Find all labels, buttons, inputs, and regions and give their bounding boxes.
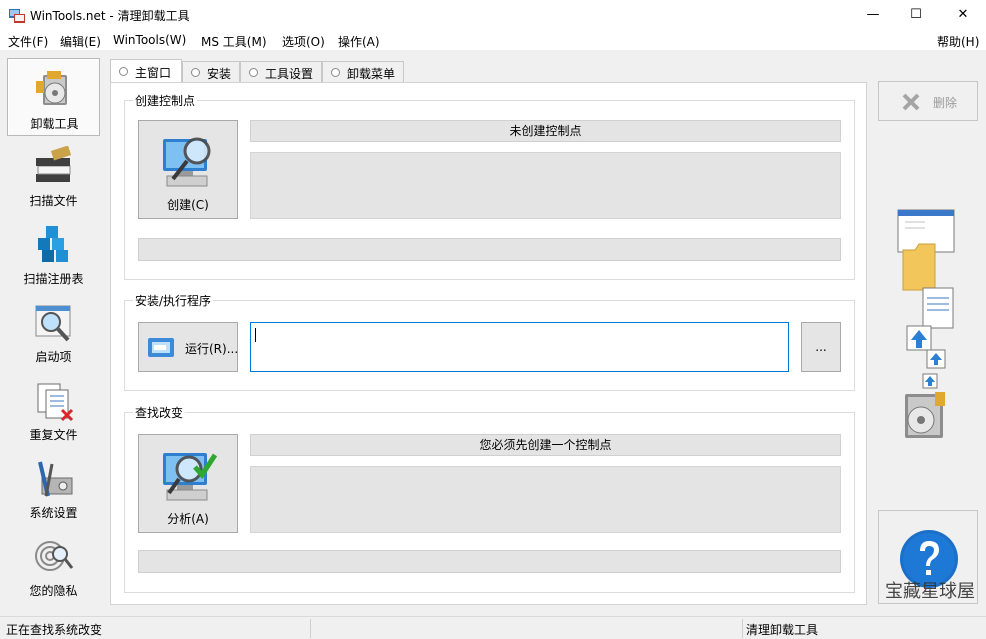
create-button[interactable]: 创建(C) xyxy=(138,120,238,219)
tab-label: 主窗口 xyxy=(135,66,172,80)
startup-icon xyxy=(35,305,71,342)
create-monitor-icon xyxy=(163,137,211,187)
status-separator xyxy=(310,619,311,638)
uninstall-icon xyxy=(36,71,67,105)
sidebar-item-label: 扫描注册表 xyxy=(23,272,84,286)
scan-registry-icon xyxy=(38,226,68,262)
tab-main-window[interactable]: 主窗口 xyxy=(110,59,182,83)
sidebar-item-label: 启动项 xyxy=(35,350,72,364)
window-title: WinTools.net - 清理卸载工具 xyxy=(30,9,190,23)
group-title: 创建控制点 xyxy=(133,92,198,109)
checkpoint-info-box xyxy=(250,152,841,219)
tab-install[interactable]: 安装 xyxy=(182,61,240,83)
create-button-label: 创建(C) xyxy=(167,198,209,212)
install-flow-illustration xyxy=(897,209,955,438)
run-window-icon xyxy=(148,338,174,357)
status-message: 正在查找系统改变 xyxy=(6,623,103,637)
analyze-button[interactable]: 分析(A) xyxy=(138,434,238,533)
sidebar-item-startup[interactable]: 启动项 xyxy=(7,292,100,370)
run-button-label: 运行(R)... xyxy=(185,342,239,356)
group-title: 安装/执行程序 xyxy=(133,292,214,309)
radio-icon xyxy=(331,68,340,77)
radio-icon xyxy=(191,68,200,77)
menu-help[interactable]: 帮助(H) xyxy=(937,33,979,50)
tab-label: 卸载菜单 xyxy=(347,67,396,81)
radio-icon xyxy=(119,67,128,76)
sidebar-item-scan-registry[interactable]: 扫描注册表 xyxy=(7,214,100,292)
sidebar-item-uninstall[interactable]: 卸载工具 xyxy=(7,58,100,136)
status-module-name: 清理卸载工具 xyxy=(746,623,819,637)
radio-icon xyxy=(249,68,258,77)
sidebar-item-label: 您的隐私 xyxy=(29,584,78,598)
browse-button[interactable]: ... xyxy=(801,322,841,372)
find-info-box xyxy=(250,466,841,533)
program-path-input[interactable] xyxy=(250,322,789,372)
tab-label: 工具设置 xyxy=(265,67,314,81)
watermark-text: 宝藏星球屋 xyxy=(885,581,975,602)
sidebar-item-scan-files[interactable]: 扫描文件 xyxy=(7,136,100,214)
analyze-button-label: 分析(A) xyxy=(167,512,209,526)
analyze-monitor-check-icon xyxy=(163,453,217,501)
text-caret xyxy=(255,328,256,342)
system-settings-icon xyxy=(38,461,73,497)
tab-tool-settings[interactable]: 工具设置 xyxy=(240,61,322,83)
scan-files-icon xyxy=(36,146,72,182)
menu-wintools[interactable]: WinTools(W) xyxy=(113,33,186,47)
title-bar: WinTools.net - 清理卸载工具 — ☐ ✕ xyxy=(0,0,986,30)
create-checkpoint-group: 创建控制点 创建(C) 未创建控制点 xyxy=(124,92,855,280)
maximize-button[interactable]: ☐ xyxy=(893,0,939,30)
sidebar-item-duplicate-files[interactable]: 重复文件 xyxy=(7,370,100,448)
main-panel: 创建控制点 创建(C) 未创建控制点 安装/执行程序 运行(R)... ... … xyxy=(110,82,867,605)
sidebar-item-label: 重复文件 xyxy=(29,428,78,442)
install-run-group: 安装/执行程序 运行(R)... ... xyxy=(124,292,855,391)
sidebar-item-label: 系统设置 xyxy=(29,506,78,520)
tab-uninstall-menu[interactable]: 卸载菜单 xyxy=(322,61,404,83)
duplicate-files-icon xyxy=(37,383,74,422)
sidebar-item-system-settings[interactable]: 系统设置 xyxy=(7,448,100,526)
sidebar-item-label: 卸载工具 xyxy=(30,117,79,131)
sidebar-item-privacy[interactable]: 您的隐私 xyxy=(7,526,100,604)
checkpoint-status: 未创建控制点 xyxy=(250,120,841,142)
delete-x-icon xyxy=(902,93,920,111)
app-icon xyxy=(9,9,25,23)
menu-ms-tools[interactable]: MS 工具(M) xyxy=(201,33,267,50)
sidebar: 卸载工具 扫描文件 扫描注册表 启动项 重复文件 系统设置 您的隐私 xyxy=(7,57,100,605)
menu-bar: 文件(F) 编辑(E) WinTools(W) MS 工具(M) 选项(O) 操… xyxy=(0,30,986,50)
delete-button[interactable]: 删除 xyxy=(878,81,978,121)
find-progress-bar xyxy=(138,550,841,573)
tab-label: 安装 xyxy=(207,67,232,81)
delete-button-label: 删除 xyxy=(933,96,958,110)
menu-actions[interactable]: 操作(A) xyxy=(338,33,380,50)
close-button[interactable]: ✕ xyxy=(940,0,986,30)
find-changes-group: 查找改变 分析(A) 您必须先创建一个控制点 xyxy=(124,404,855,593)
find-status: 您必须先创建一个控制点 xyxy=(250,434,841,456)
sidebar-item-label: 扫描文件 xyxy=(29,194,78,208)
menu-edit[interactable]: 编辑(E) xyxy=(60,33,101,50)
minimize-button[interactable]: — xyxy=(850,0,896,30)
run-button[interactable]: 运行(R)... xyxy=(138,322,238,372)
status-separator xyxy=(742,619,743,638)
status-bar: 正在查找系统改变 清理卸载工具 xyxy=(0,616,986,639)
checkpoint-progress-bar xyxy=(138,238,841,261)
menu-options[interactable]: 选项(O) xyxy=(282,33,325,50)
privacy-icon xyxy=(35,541,74,571)
group-title: 查找改变 xyxy=(133,404,186,421)
menu-file[interactable]: 文件(F) xyxy=(8,33,48,50)
